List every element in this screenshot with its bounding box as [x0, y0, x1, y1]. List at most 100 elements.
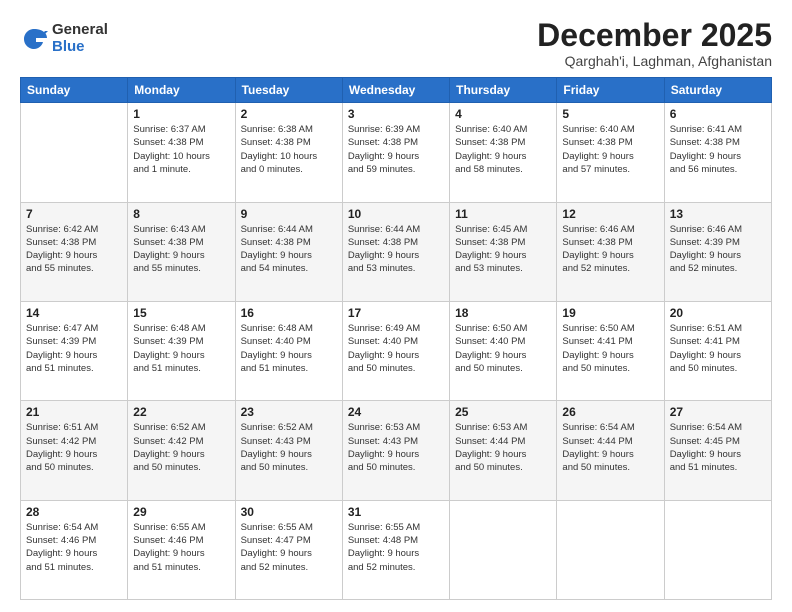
day-info: Sunrise: 6:42 AMSunset: 4:38 PMDaylight:… [26, 223, 122, 276]
day-number: 31 [348, 505, 444, 519]
day-cell: 15 Sunrise: 6:48 AMSunset: 4:39 PMDayligh… [128, 301, 235, 400]
day-cell: 26 Sunrise: 6:54 AMSunset: 4:44 PMDayligh… [557, 401, 664, 500]
day-info: Sunrise: 6:52 AMSunset: 4:42 PMDaylight:… [133, 421, 229, 474]
day-number: 8 [133, 207, 229, 221]
day-number: 30 [241, 505, 337, 519]
day-cell: 31 Sunrise: 6:55 AMSunset: 4:48 PMDayligh… [342, 500, 449, 599]
day-cell: 11 Sunrise: 6:45 AMSunset: 4:38 PMDayligh… [450, 202, 557, 301]
day-cell: 10 Sunrise: 6:44 AMSunset: 4:38 PMDayligh… [342, 202, 449, 301]
day-cell: 17Sunrise: 6:49 AMSunset: 4:40 PMDayligh… [342, 301, 449, 400]
col-friday: Friday [557, 78, 664, 103]
day-info: Sunrise: 6:50 AMSunset: 4:41 PMDaylight:… [562, 322, 658, 375]
day-info: Sunrise: 6:44 AMSunset: 4:38 PMDaylight:… [241, 223, 337, 276]
day-cell: 8 Sunrise: 6:43 AMSunset: 4:38 PMDaylight… [128, 202, 235, 301]
day-info: Sunrise: 6:44 AMSunset: 4:38 PMDaylight:… [348, 223, 444, 276]
day-info: Sunrise: 6:54 AMSunset: 4:44 PMDaylight:… [562, 421, 658, 474]
day-number: 1 [133, 107, 229, 121]
day-number: 2 [241, 107, 337, 121]
day-cell: 29 Sunrise: 6:55 AMSunset: 4:46 PMDayligh… [128, 500, 235, 599]
day-cell [450, 500, 557, 599]
day-cell: 13 Sunrise: 6:46 AMSunset: 4:39 PMDayligh… [664, 202, 771, 301]
day-info: Sunrise: 6:55 AMSunset: 4:46 PMDaylight:… [133, 521, 229, 574]
day-cell: 3 Sunrise: 6:39 AMSunset: 4:38 PMDaylight… [342, 103, 449, 202]
day-info: Sunrise: 6:55 AMSunset: 4:48 PMDaylight:… [348, 521, 444, 574]
day-cell [664, 500, 771, 599]
day-cell: 4 Sunrise: 6:40 AMSunset: 4:38 PMDaylight… [450, 103, 557, 202]
col-saturday: Saturday [664, 78, 771, 103]
logo-blue: Blue [52, 39, 108, 56]
day-number: 16 [241, 306, 337, 320]
day-cell [557, 500, 664, 599]
week-row-2: 7Sunrise: 6:42 AMSunset: 4:38 PMDaylight… [21, 202, 772, 301]
weekday-row: Sunday Monday Tuesday Wednesday Thursday… [21, 78, 772, 103]
day-number: 29 [133, 505, 229, 519]
day-info: Sunrise: 6:38 AMSunset: 4:38 PMDaylight:… [241, 123, 337, 176]
day-number: 24 [348, 405, 444, 419]
day-cell: 18 Sunrise: 6:50 AMSunset: 4:40 PMDayligh… [450, 301, 557, 400]
logo-general: General [52, 22, 108, 39]
day-info: Sunrise: 6:37 AMSunset: 4:38 PMDaylight:… [133, 123, 229, 176]
day-info: Sunrise: 6:51 AMSunset: 4:41 PMDaylight:… [670, 322, 766, 375]
day-cell [21, 103, 128, 202]
day-info: Sunrise: 6:40 AMSunset: 4:38 PMDaylight:… [455, 123, 551, 176]
day-cell: 27Sunrise: 6:54 AMSunset: 4:45 PMDayligh… [664, 401, 771, 500]
day-info: Sunrise: 6:49 AMSunset: 4:40 PMDaylight:… [348, 322, 444, 375]
day-cell: 14 Sunrise: 6:47 AMSunset: 4:39 PMDayligh… [21, 301, 128, 400]
day-number: 11 [455, 207, 551, 221]
calendar-table: Sunday Monday Tuesday Wednesday Thursday… [20, 77, 772, 600]
day-info: Sunrise: 6:46 AMSunset: 4:38 PMDaylight:… [562, 223, 658, 276]
location: Qarghah'i, Laghman, Afghanistan [537, 53, 772, 69]
day-number: 22 [133, 405, 229, 419]
day-number: 3 [348, 107, 444, 121]
day-number: 28 [26, 505, 122, 519]
header: General Blue December 2025 Qarghah'i, La… [20, 18, 772, 69]
day-info: Sunrise: 6:50 AMSunset: 4:40 PMDaylight:… [455, 322, 551, 375]
day-info: Sunrise: 6:46 AMSunset: 4:39 PMDaylight:… [670, 223, 766, 276]
day-cell: 7Sunrise: 6:42 AMSunset: 4:38 PMDaylight… [21, 202, 128, 301]
day-number: 13 [670, 207, 766, 221]
logo: General Blue [20, 22, 108, 55]
day-info: Sunrise: 6:48 AMSunset: 4:40 PMDaylight:… [241, 322, 337, 375]
col-sunday: Sunday [21, 78, 128, 103]
day-number: 20 [670, 306, 766, 320]
day-info: Sunrise: 6:51 AMSunset: 4:42 PMDaylight:… [26, 421, 122, 474]
logo-text: General Blue [52, 22, 108, 55]
day-cell: 23Sunrise: 6:52 AMSunset: 4:43 PMDayligh… [235, 401, 342, 500]
day-number: 5 [562, 107, 658, 121]
week-row-5: 28 Sunrise: 6:54 AMSunset: 4:46 PMDayligh… [21, 500, 772, 599]
day-info: Sunrise: 6:55 AMSunset: 4:47 PMDaylight:… [241, 521, 337, 574]
day-cell: 24 Sunrise: 6:53 AMSunset: 4:43 PMDayligh… [342, 401, 449, 500]
day-info: Sunrise: 6:48 AMSunset: 4:39 PMDaylight:… [133, 322, 229, 375]
day-info: Sunrise: 6:45 AMSunset: 4:38 PMDaylight:… [455, 223, 551, 276]
day-number: 9 [241, 207, 337, 221]
day-number: 21 [26, 405, 122, 419]
week-row-1: 1 Sunrise: 6:37 AMSunset: 4:38 PMDaylight… [21, 103, 772, 202]
day-number: 12 [562, 207, 658, 221]
day-info: Sunrise: 6:54 AMSunset: 4:46 PMDaylight:… [26, 521, 122, 574]
day-info: Sunrise: 6:53 AMSunset: 4:43 PMDaylight:… [348, 421, 444, 474]
day-number: 4 [455, 107, 551, 121]
day-cell: 16 Sunrise: 6:48 AMSunset: 4:40 PMDayligh… [235, 301, 342, 400]
day-info: Sunrise: 6:41 AMSunset: 4:38 PMDaylight:… [670, 123, 766, 176]
title-block: December 2025 Qarghah'i, Laghman, Afghan… [537, 18, 772, 69]
day-number: 19 [562, 306, 658, 320]
day-number: 26 [562, 405, 658, 419]
day-number: 18 [455, 306, 551, 320]
day-info: Sunrise: 6:43 AMSunset: 4:38 PMDaylight:… [133, 223, 229, 276]
day-number: 6 [670, 107, 766, 121]
week-row-4: 21 Sunrise: 6:51 AMSunset: 4:42 PMDayligh… [21, 401, 772, 500]
day-cell: 2 Sunrise: 6:38 AMSunset: 4:38 PMDaylight… [235, 103, 342, 202]
day-cell: 20 Sunrise: 6:51 AMSunset: 4:41 PMDayligh… [664, 301, 771, 400]
calendar-header: Sunday Monday Tuesday Wednesday Thursday… [21, 78, 772, 103]
day-cell: 12 Sunrise: 6:46 AMSunset: 4:38 PMDayligh… [557, 202, 664, 301]
logo-icon [20, 25, 48, 53]
week-row-3: 14 Sunrise: 6:47 AMSunset: 4:39 PMDayligh… [21, 301, 772, 400]
calendar-page: General Blue December 2025 Qarghah'i, La… [0, 0, 792, 612]
day-number: 15 [133, 306, 229, 320]
day-info: Sunrise: 6:39 AMSunset: 4:38 PMDaylight:… [348, 123, 444, 176]
day-info: Sunrise: 6:47 AMSunset: 4:39 PMDaylight:… [26, 322, 122, 375]
day-info: Sunrise: 6:53 AMSunset: 4:44 PMDaylight:… [455, 421, 551, 474]
day-info: Sunrise: 6:52 AMSunset: 4:43 PMDaylight:… [241, 421, 337, 474]
day-number: 10 [348, 207, 444, 221]
day-number: 14 [26, 306, 122, 320]
